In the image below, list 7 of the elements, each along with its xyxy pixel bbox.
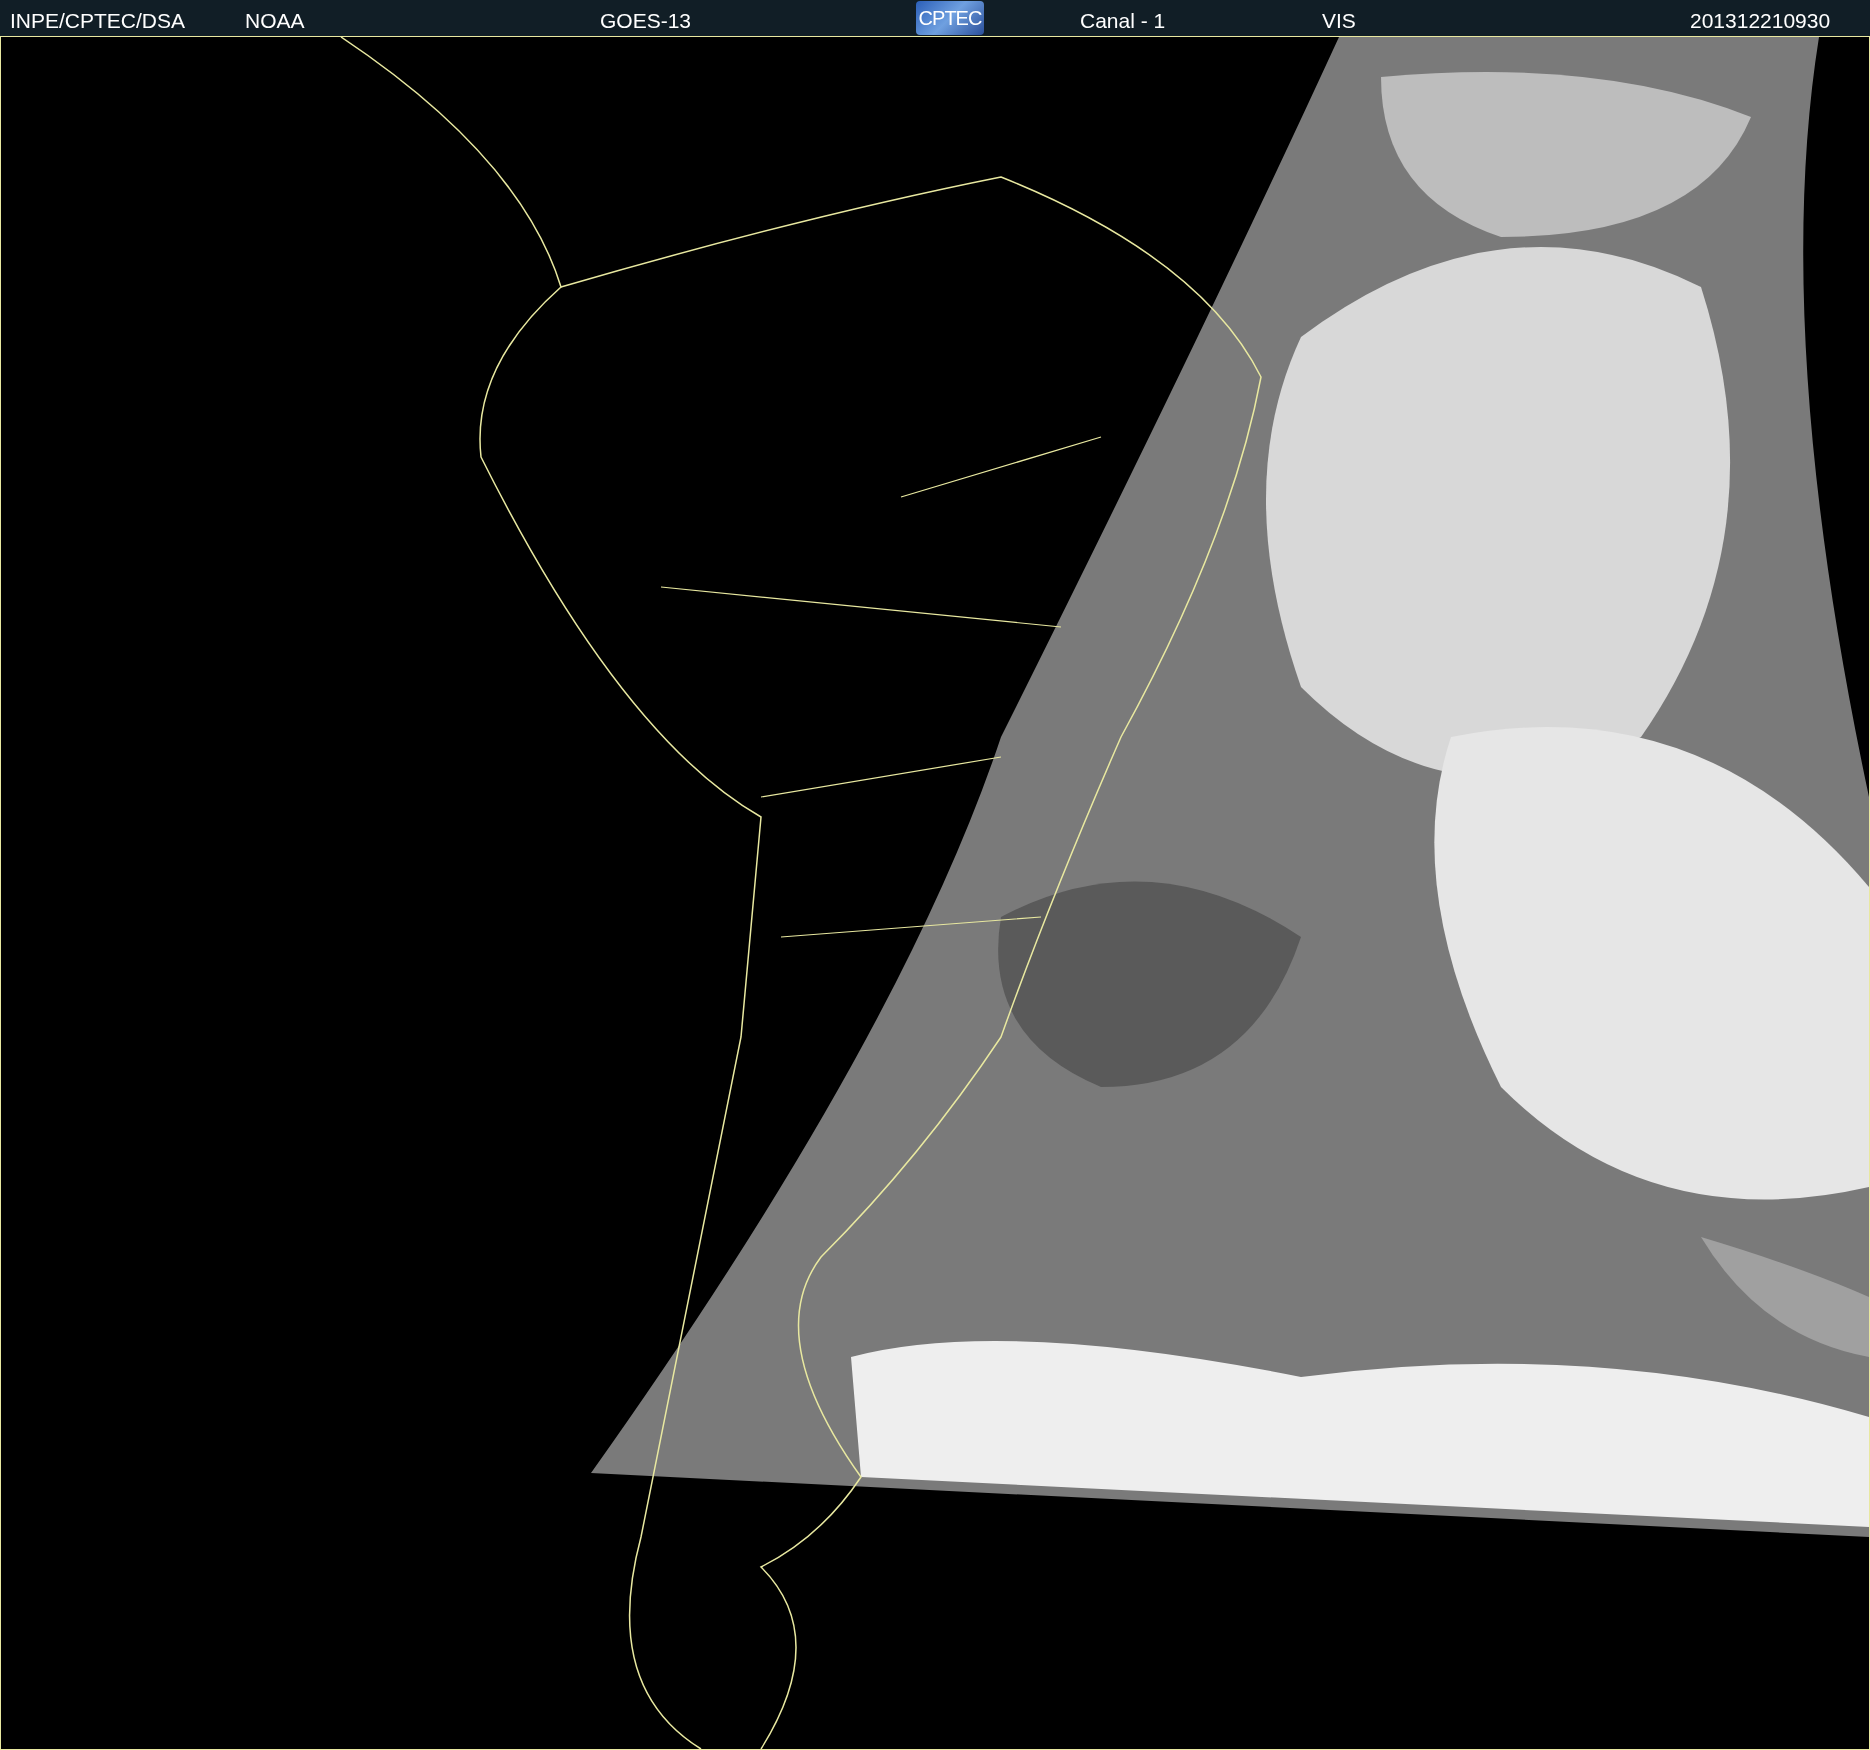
header-label: INPE/CPTEC/DSA — [10, 8, 186, 34]
header-label: Canal - 1 — [1080, 8, 1166, 34]
header-label: 201312210930 — [1690, 8, 1831, 34]
header-label: VIS — [1322, 8, 1356, 34]
header-label: NOAA — [245, 8, 305, 34]
cptec-logo: CPTEC — [916, 1, 984, 35]
header-label: GOES-13 — [600, 8, 692, 34]
